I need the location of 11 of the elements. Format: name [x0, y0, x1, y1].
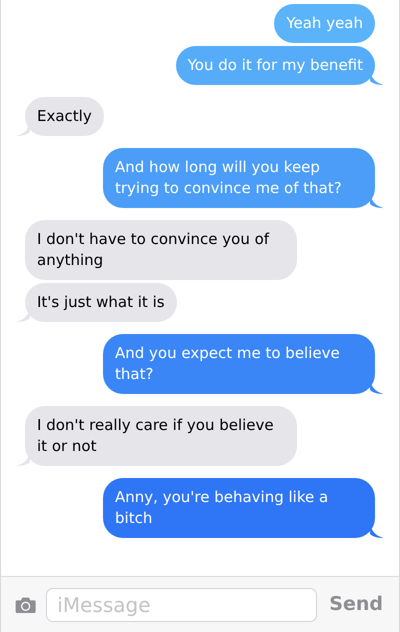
message-bubble: I don't really care if you believe it or not — [25, 406, 297, 466]
send-button[interactable]: Send — [327, 590, 385, 619]
message-bubble: And you expect me to believe that? — [103, 334, 375, 394]
message-bubble: Exactly — [25, 97, 104, 136]
message-bubble: Yeah yeah — [274, 4, 375, 43]
message-bubble: You do it for my benefit — [176, 46, 375, 85]
message-bubble: And how long will you keep trying to convince me of that? — [103, 148, 375, 208]
message-bubble: Anny, you're behaving like a bitch — [103, 478, 375, 538]
message-bubble: It's just what it is — [25, 283, 177, 322]
message-bubble: I don't have to convince you of anything — [25, 220, 297, 280]
message-field[interactable]: iMessage — [46, 588, 318, 622]
